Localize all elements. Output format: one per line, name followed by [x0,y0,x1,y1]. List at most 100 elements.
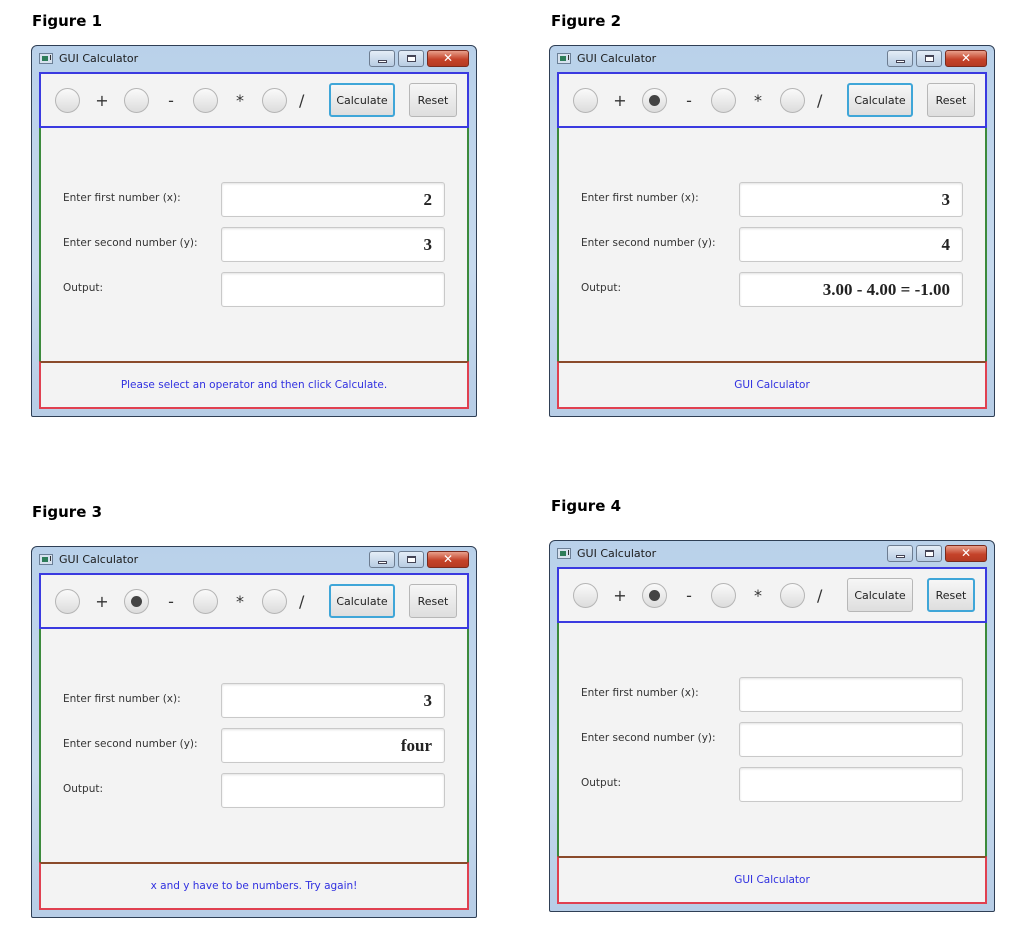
title-bar[interactable]: GUI Calculator ✕ [557,46,987,72]
operator-radio-0[interactable] [573,582,598,608]
client-area: + - * / Calculate Reset Enter first number (x… [557,567,987,904]
operator-radio-2[interactable] [711,87,736,113]
input-panel: Enter first number (x): 3 Enter second n… [39,629,469,862]
operator-radio-1[interactable] [124,588,149,614]
close-icon[interactable]: ✕ [427,551,469,568]
window-title: GUI Calculator [577,547,657,560]
title-bar[interactable]: GUI Calculator ✕ [39,46,469,72]
first-number-row: Enter first number (x): [581,677,963,712]
close-glyph: ✕ [442,552,454,566]
second-number-input[interactable]: 4 [739,227,963,262]
status-message: GUI Calculator [734,379,810,391]
close-glyph: ✕ [960,51,972,65]
operator-label-2: * [754,585,762,605]
maximize-icon[interactable] [916,50,942,67]
second-number-input[interactable]: 3 [221,227,445,262]
first-number-row: Enter first number (x): 3 [581,182,963,217]
status-bar: GUI Calculator [557,856,987,904]
output-field[interactable] [221,272,445,307]
calculator-window-4: GUI Calculator ✕ + - * / Calculate Reset Ente… [549,540,995,912]
operator-radio-1[interactable] [642,582,667,608]
operator-radio-2[interactable] [193,588,218,614]
status-message: Please select an operator and then click… [120,379,388,391]
calculate-button[interactable]: Calculate [329,584,395,618]
first-number-input[interactable] [739,677,963,712]
second-number-row: Enter second number (y): 3 [63,227,445,262]
first-number-label: Enter first number (x): [63,192,181,204]
first-number-input[interactable]: 3 [221,683,445,718]
calculate-button[interactable]: Calculate [847,83,913,117]
second-number-label: Enter second number (y): [581,237,716,249]
output-field[interactable] [739,767,963,802]
second-number-row: Enter second number (y): 4 [581,227,963,262]
operator-label-1: - [686,90,692,110]
reset-button[interactable]: Reset [927,578,975,612]
input-panel: Enter first number (x): 3 Enter second n… [557,128,987,361]
calculate-button[interactable]: Calculate [847,578,913,612]
first-number-input[interactable]: 2 [221,182,445,217]
operator-label-3: / [299,90,305,110]
minimize-icon[interactable] [887,545,913,562]
title-bar[interactable]: GUI Calculator ✕ [39,547,469,573]
operator-radio-1[interactable] [642,87,667,113]
output-field[interactable]: 3.00 - 4.00 = -1.00 [739,272,963,307]
close-glyph: ✕ [960,546,972,560]
output-label: Output: [581,282,622,294]
close-icon[interactable]: ✕ [427,50,469,67]
operator-radio-0[interactable] [573,87,598,113]
input-panel: Enter first number (x): Enter second num… [557,623,987,856]
reset-button[interactable]: Reset [409,83,457,117]
operator-label-2: * [236,591,244,611]
window-title: GUI Calculator [59,553,139,566]
figure-label: Figure 3 [32,503,103,521]
status-message: GUI Calculator [734,874,810,886]
first-number-label: Enter first number (x): [581,192,699,204]
output-row: Output: 3.00 - 4.00 = -1.00 [581,272,963,307]
first-number-row: Enter first number (x): 2 [63,182,445,217]
operator-radio-0[interactable] [55,588,80,614]
first-number-input[interactable]: 3 [739,182,963,217]
output-field[interactable] [221,773,445,808]
maximize-icon[interactable] [916,545,942,562]
figure-label: Figure 4 [551,497,622,515]
minimize-icon[interactable] [369,50,395,67]
close-icon[interactable]: ✕ [945,545,987,562]
output-label: Output: [63,282,104,294]
second-number-input[interactable]: four [221,728,445,763]
operator-label-1: - [168,591,174,611]
maximize-icon[interactable] [398,551,424,568]
operator-radio-2[interactable] [193,87,218,113]
second-number-label: Enter second number (y): [63,237,198,249]
operator-radio-1[interactable] [124,87,149,113]
window-controls: ✕ [369,50,469,67]
operator-label-0: + [95,591,109,611]
operator-radio-3[interactable] [780,582,805,608]
maximize-icon[interactable] [398,50,424,67]
close-glyph: ✕ [442,51,454,65]
window-controls: ✕ [369,551,469,568]
operator-label-2: * [754,90,762,110]
client-area: + - * / Calculate Reset Enter first number (x… [39,72,469,409]
operator-radio-3[interactable] [780,87,805,113]
window-title: GUI Calculator [59,52,139,65]
operator-label-3: / [299,591,305,611]
operator-radio-3[interactable] [262,588,287,614]
calculate-button[interactable]: Calculate [329,83,395,117]
output-row: Output: [63,272,445,307]
operator-label-1: - [686,585,692,605]
operator-radio-3[interactable] [262,87,287,113]
status-message: x and y have to be numbers. Try again! [150,880,358,892]
second-number-input[interactable] [739,722,963,757]
window-controls: ✕ [887,50,987,67]
minimize-icon[interactable] [369,551,395,568]
app-icon [39,554,53,565]
reset-button[interactable]: Reset [927,83,975,117]
output-row: Output: [581,767,963,802]
title-bar[interactable]: GUI Calculator ✕ [557,541,987,567]
minimize-icon[interactable] [887,50,913,67]
operator-radio-0[interactable] [55,87,80,113]
reset-button[interactable]: Reset [409,584,457,618]
close-icon[interactable]: ✕ [945,50,987,67]
operator-radio-2[interactable] [711,582,736,608]
output-row: Output: [63,773,445,808]
